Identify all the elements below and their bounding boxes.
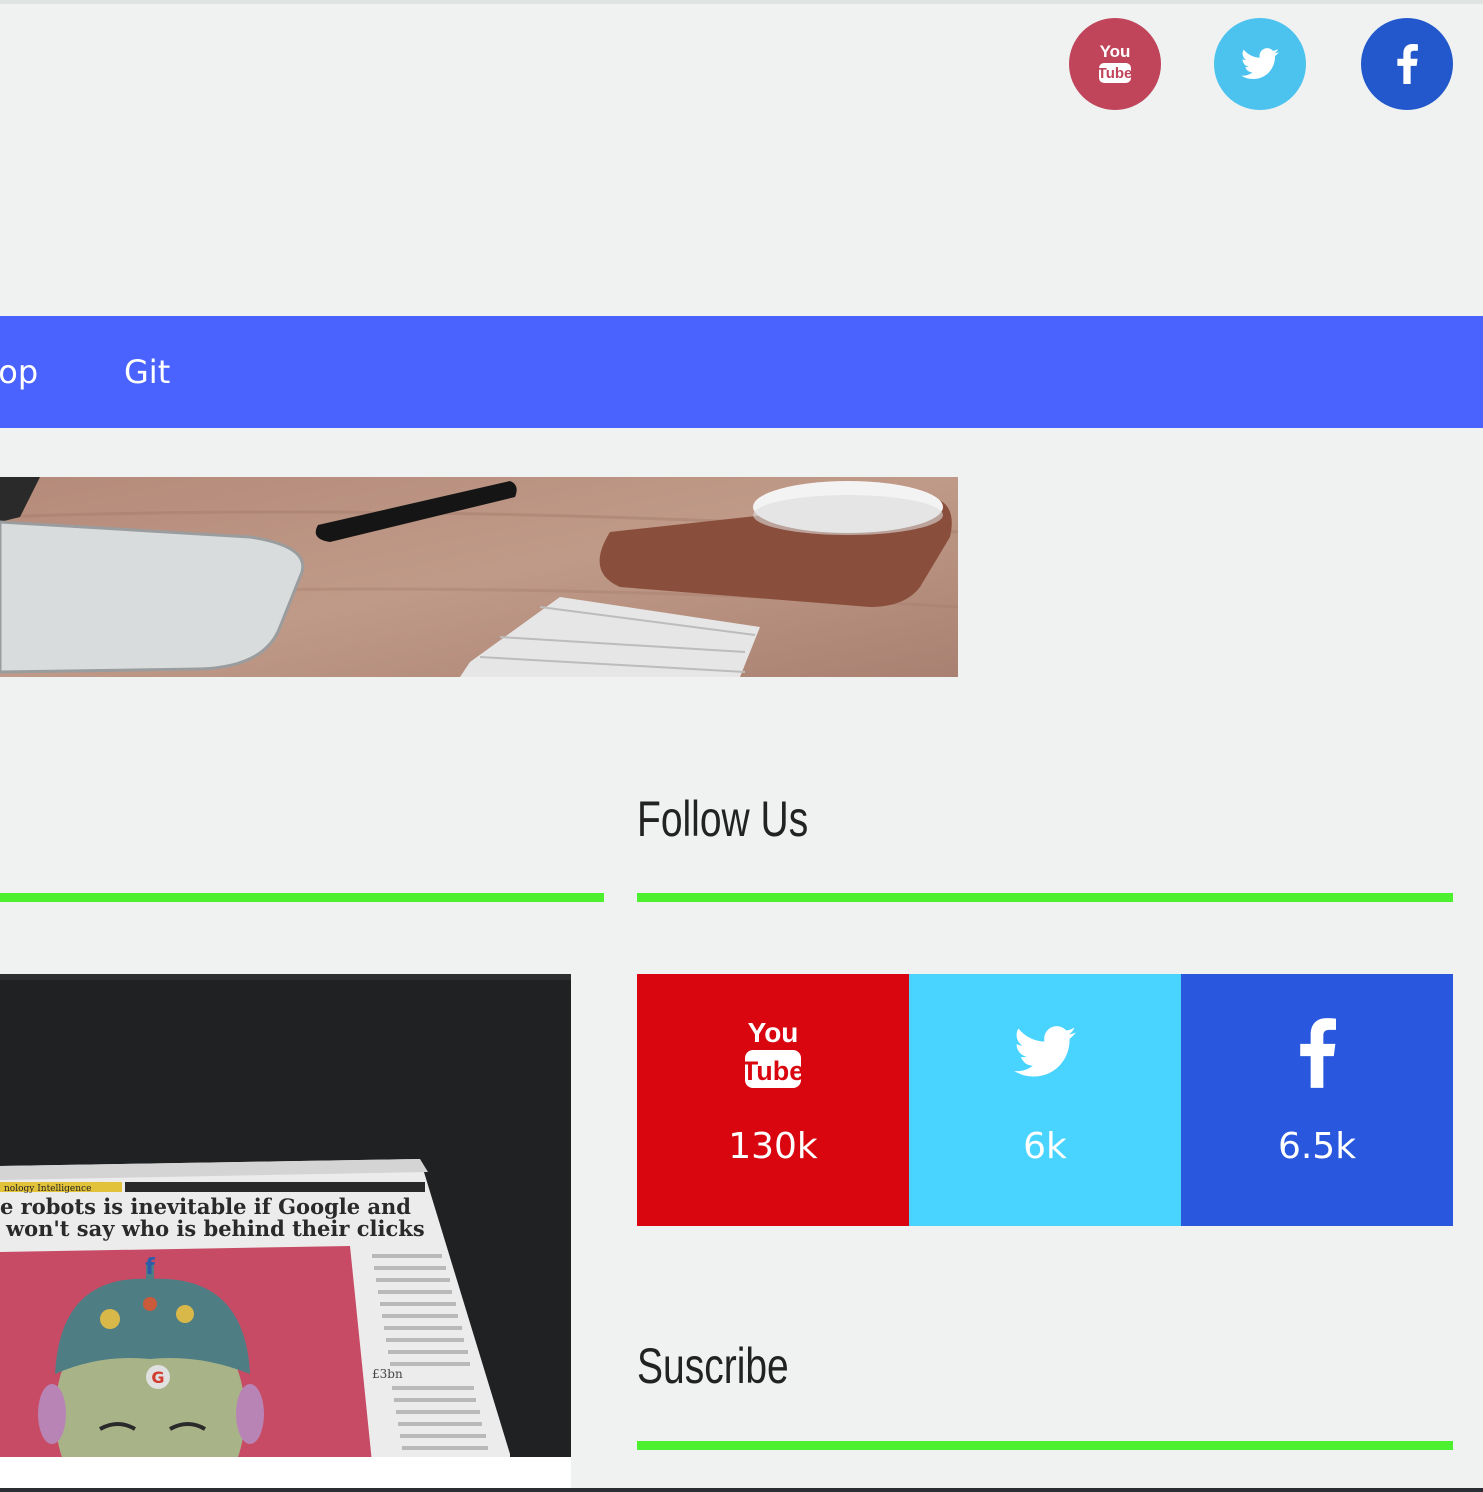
- svg-text:Tube: Tube: [1098, 65, 1133, 82]
- section-divider-subscribe: [637, 1441, 1453, 1450]
- facebook-count: 6.5k: [1277, 1126, 1357, 1167]
- follow-us-heading: Follow Us: [637, 791, 809, 847]
- svg-text:Tube: Tube: [743, 1056, 803, 1086]
- youtube-count: 130k: [728, 1126, 818, 1167]
- header-youtube-link[interactable]: You Tube: [1069, 18, 1161, 110]
- facebook-icon: [1397, 44, 1418, 84]
- follow-twitter[interactable]: 6k: [909, 974, 1181, 1226]
- facebook-icon: [1300, 1018, 1336, 1088]
- svg-text:f: f: [145, 1255, 155, 1280]
- follow-facebook[interactable]: 6.5k: [1181, 974, 1453, 1226]
- twitter-count: 6k: [1023, 1126, 1067, 1167]
- section-divider-left: [0, 893, 604, 902]
- nav-item-shop[interactable]: hop: [0, 316, 38, 428]
- svg-text:You: You: [1100, 42, 1131, 61]
- header-twitter-link[interactable]: [1214, 18, 1306, 110]
- nav-item-git[interactable]: Git: [124, 316, 170, 428]
- article-card-image[interactable]: nology Intelligence e robots is inevitab…: [0, 974, 571, 1492]
- follow-youtube[interactable]: You Tube 130k: [637, 974, 909, 1226]
- section-divider-follow: [637, 893, 1453, 902]
- twitter-icon: [1241, 48, 1279, 80]
- newspaper-headline-2: won't say who is behind their clicks: [5, 1216, 425, 1241]
- twitter-icon: [1014, 1026, 1076, 1077]
- main-nav: hop Git: [0, 316, 1483, 428]
- hero-image: [0, 477, 958, 677]
- bottom-border: [0, 1488, 1483, 1492]
- youtube-icon: You Tube: [1098, 42, 1133, 83]
- top-border: [0, 0, 1483, 4]
- article-card-footer: [0, 1457, 571, 1488]
- newspaper-price: £3bn: [372, 1367, 403, 1381]
- header-facebook-link[interactable]: [1361, 18, 1453, 110]
- subscribe-heading: Suscribe: [637, 1338, 789, 1394]
- follow-widget: You Tube 130k 6k 6.5k: [637, 974, 1453, 1226]
- youtube-icon: You Tube: [743, 1017, 803, 1088]
- newspaper-tag: nology Intelligence: [4, 1184, 91, 1194]
- svg-text:G: G: [151, 1368, 164, 1387]
- svg-text:You: You: [748, 1017, 799, 1048]
